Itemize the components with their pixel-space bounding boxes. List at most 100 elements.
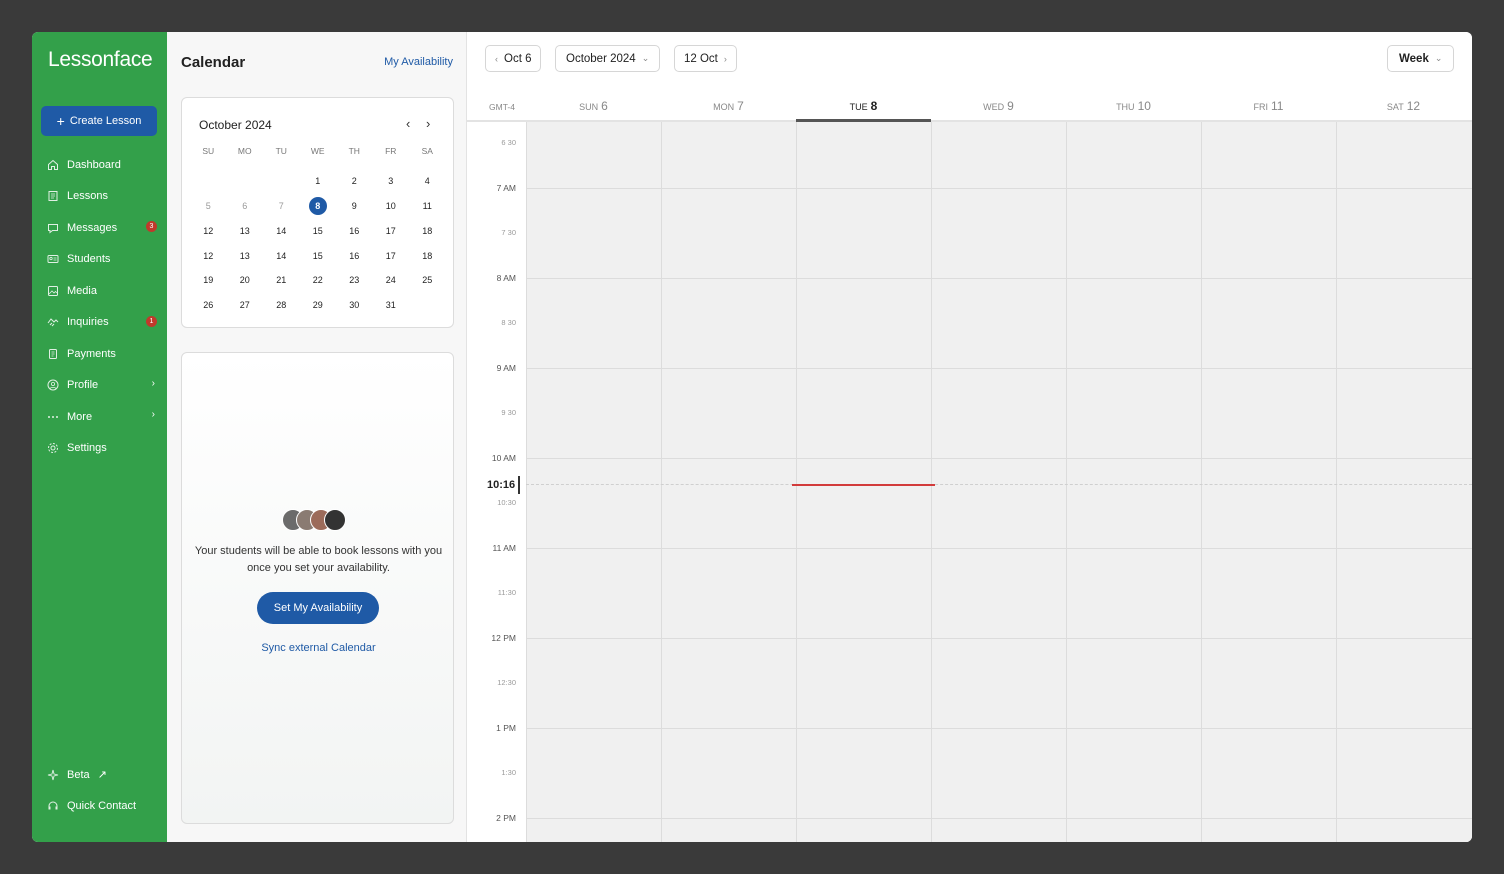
hour-label: 10 AM [491, 453, 516, 463]
messages-badge: 3 [146, 221, 157, 232]
mini-calendar-day[interactable]: 14 [263, 243, 300, 268]
hour-line [526, 638, 1472, 639]
mini-calendar-day[interactable]: 9 [336, 194, 373, 219]
chevron-right-icon: › [151, 409, 155, 420]
half-hour-label: 9 30 [501, 408, 516, 417]
sidebar-item-label: Profile [67, 379, 99, 392]
mini-calendar-day[interactable]: 4 [409, 169, 446, 194]
mini-calendar: October 2024 ‹ › SU MO TU WE TH FR SA 1 2 3 4 5 6 7 8 9… [181, 97, 454, 328]
mini-calendar-day[interactable]: 15 [300, 218, 337, 243]
day-number: 19 [203, 275, 214, 286]
sidebar-item-beta[interactable]: Beta ↗ [32, 759, 167, 791]
day-column-divider [661, 122, 662, 842]
sidebar-item-more[interactable]: More › [32, 401, 167, 433]
mini-calendar-day[interactable]: 18 [409, 218, 446, 243]
day-header-sun[interactable]: SUN 6 [526, 94, 661, 122]
mini-calendar-day[interactable]: 10 [373, 194, 410, 219]
sidebar-item-label: Beta [67, 768, 90, 781]
mini-calendar-day[interactable]: 1 [300, 169, 337, 194]
set-availability-button[interactable]: Set My Availability [257, 592, 379, 624]
view-select[interactable]: Week ⌄ [1387, 45, 1455, 72]
mini-calendar-day[interactable]: 30 [336, 293, 373, 318]
mini-calendar-day[interactable]: 19 [190, 268, 227, 293]
mini-calendar-day[interactable]: 20 [227, 268, 264, 293]
weekday-header: TU [275, 146, 287, 156]
availability-card: Your students will be able to book lesso… [181, 352, 454, 824]
app-logo[interactable]: Lessonface [48, 48, 153, 72]
mini-calendar-day[interactable]: 23 [336, 268, 373, 293]
mini-calendar-day[interactable]: 21 [263, 268, 300, 293]
day-header-tue[interactable]: TUE 8 [796, 94, 931, 122]
sidebar-item-media[interactable]: Media [32, 275, 167, 307]
prev-week-button[interactable]: ‹ Oct 6 [485, 45, 542, 72]
mini-calendar-day[interactable]: 13 [227, 218, 264, 243]
mini-calendar-empty [190, 169, 227, 194]
mini-calendar-day[interactable]: 12 [190, 243, 227, 268]
mini-calendar-day[interactable]: 6 [227, 194, 264, 219]
day-number: 16 [349, 225, 360, 236]
mini-calendar-day[interactable]: 2 [336, 169, 373, 194]
mini-calendar-day[interactable]: 3 [373, 169, 410, 194]
sidebar-item-students[interactable]: Students [32, 244, 167, 276]
create-lesson-button[interactable]: + Create Lesson [41, 106, 157, 136]
sidebar-item-settings[interactable]: Settings [32, 433, 167, 465]
sidebar-item-payments[interactable]: Payments [32, 338, 167, 370]
mini-calendar-day[interactable]: 27 [227, 293, 264, 318]
mini-calendar-day[interactable]: 13 [227, 243, 264, 268]
chevron-right-icon[interactable]: › [426, 116, 430, 131]
day-header-thu[interactable]: THU 10 [1066, 94, 1201, 122]
sync-calendar-link[interactable]: Sync external Calendar [182, 642, 455, 654]
sidebar-item-dashboard[interactable]: Dashboard [32, 149, 167, 181]
day-header-wed[interactable]: WED 9 [931, 94, 1066, 122]
mini-calendar-day[interactable]: 17 [373, 243, 410, 268]
mini-calendar-day[interactable]: 18 [409, 243, 446, 268]
mini-calendar-day[interactable]: 31 [373, 293, 410, 318]
mini-calendar-day[interactable]: 16 [336, 243, 373, 268]
sidebar-item-quick-contact[interactable]: Quick Contact [32, 791, 167, 823]
mini-calendar-day[interactable]: 25 [409, 268, 446, 293]
mini-calendar-day[interactable]: 29 [300, 293, 337, 318]
mini-calendar-day[interactable]: 17 [373, 218, 410, 243]
chevron-down-icon: ⌄ [641, 53, 650, 63]
day-number: 24 [385, 275, 396, 286]
mini-calendar-day[interactable]: 15 [300, 243, 337, 268]
mini-calendar-day[interactable]: 16 [336, 218, 373, 243]
sidebar-item-label: Media [67, 284, 97, 297]
day-number: 22 [312, 275, 323, 286]
sidebar-nav: Dashboard Lessons Messages 3 Students Me… [32, 149, 167, 464]
day-number: 6 [242, 200, 248, 211]
mini-calendar-day[interactable]: 24 [373, 268, 410, 293]
day-of-week: WED [983, 102, 1005, 112]
mini-calendar-day[interactable]: 11 [409, 194, 446, 219]
mini-calendar-day[interactable]: 14 [263, 218, 300, 243]
mini-calendar-day[interactable]: 12 [190, 218, 227, 243]
day-header-mon[interactable]: MON 7 [661, 94, 796, 122]
week-grid[interactable] [526, 122, 1472, 842]
hour-line [526, 458, 1472, 459]
mini-calendar-day[interactable]: 5 [190, 194, 227, 219]
sidebar-item-label: Quick Contact [67, 800, 137, 813]
next-week-button[interactable]: 12 Oct › [674, 45, 737, 72]
mini-calendar-day[interactable]: 22 [300, 268, 337, 293]
handshake-icon [46, 316, 59, 329]
day-header-fri[interactable]: FRI 11 [1201, 94, 1336, 122]
page-title: Calendar [181, 54, 246, 71]
sidebar-item-messages[interactable]: Messages 3 [32, 212, 167, 244]
day-number: 28 [276, 300, 287, 311]
mini-calendar-day[interactable]: 26 [190, 293, 227, 318]
sidebar-item-profile[interactable]: Profile › [32, 370, 167, 402]
mini-calendar-day[interactable]: 8 [300, 194, 337, 219]
mini-calendar-day[interactable]: 7 [263, 194, 300, 219]
next-week-label: 12 Oct [684, 52, 718, 65]
chevron-left-icon[interactable]: ‹ [406, 116, 410, 131]
sidebar-item-inquiries[interactable]: Inquiries 1 [32, 307, 167, 339]
now-indicator-tick [518, 476, 520, 494]
mini-calendar-day[interactable]: 28 [263, 293, 300, 318]
my-availability-link[interactable]: My Availability [384, 56, 453, 68]
day-column-divider [1336, 122, 1337, 842]
month-select[interactable]: October 2024 ⌄ [555, 45, 661, 72]
day-number: 10 [385, 200, 396, 211]
sidebar-item-lessons[interactable]: Lessons [32, 181, 167, 213]
day-header-sat[interactable]: SAT 12 [1336, 94, 1471, 122]
mini-calendar-empty [409, 293, 446, 318]
